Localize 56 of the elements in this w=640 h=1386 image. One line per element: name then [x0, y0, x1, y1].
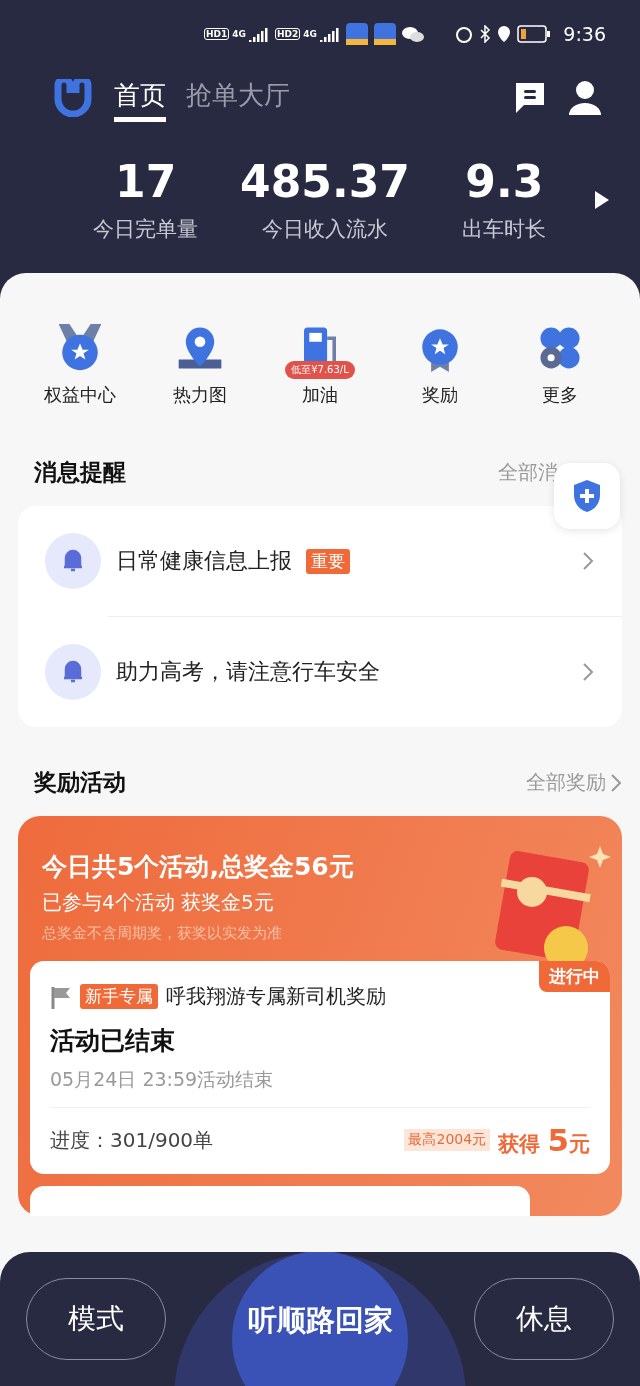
play-icon[interactable]: [594, 189, 610, 210]
shortcut-item[interactable]: 奖励: [380, 317, 500, 407]
shortcut-item[interactable]: 低至¥7.63/L 加油: [260, 317, 380, 407]
signal-icon: [248, 26, 269, 42]
rewards-summary: 已参与4个活动 获奖金5元: [41, 889, 275, 916]
location-icon: [497, 25, 512, 43]
app-icon: [373, 23, 396, 45]
activity-card[interactable]: 进行中 新手专属 呼我翔游专属新司机奖励 活动已结束 05月24日 23:59活动结束 进度：301/900单 最高2004元 获得 5元: [30, 961, 610, 1174]
chevron-right-icon[interactable]: [582, 551, 594, 571]
activity-deadline: 05月24日 23:59活动结束: [50, 1067, 590, 1108]
flag-icon: [50, 984, 72, 1009]
chevron-right-icon[interactable]: [582, 662, 594, 682]
signal-icon: [319, 26, 340, 42]
shield-icon: [572, 479, 602, 513]
status-label: 进行中: [539, 961, 610, 992]
stat-label: 出车时长: [462, 216, 547, 243]
rewards-headline: 今日共5个活动,总奖金56元: [41, 851, 355, 883]
hd-label: HD1: [204, 28, 230, 40]
shortcut-item[interactable]: 权益中心: [20, 317, 140, 407]
price-badge: 低至¥7.63/L: [285, 361, 355, 379]
chevron-right-icon: [610, 772, 622, 793]
message-text[interactable]: 日常健康信息上报: [116, 546, 292, 576]
stat-value: 9.3: [465, 156, 544, 207]
important-tag: 重要: [306, 548, 350, 574]
user-icon[interactable]: [568, 80, 602, 116]
alarm-icon: [455, 25, 474, 43]
bell-icon: [44, 643, 102, 701]
network-label: 4G: [232, 29, 246, 39]
progress-text: 进度：301/900单: [50, 1126, 214, 1154]
nav-tab[interactable]: 抢单大厅: [186, 74, 290, 122]
hd-label: HD2: [274, 28, 301, 40]
message-text[interactable]: 助力高考，请注意行车安全: [116, 657, 380, 687]
app-icon: [345, 23, 368, 45]
section-title: 奖励活动: [34, 768, 126, 797]
status-time: 9:36: [563, 23, 606, 45]
battery-icon: [517, 25, 552, 43]
shortcut-item[interactable]: 更多: [500, 317, 620, 407]
stat-label: 今日收入流水: [262, 216, 388, 243]
max-reward-label: 最高2004元: [404, 1129, 491, 1151]
activity-state: 活动已结束: [50, 1025, 176, 1057]
rewards-note: 总奖金不含周期奖，获奖以实发为准: [41, 924, 283, 943]
network-label: 4G: [303, 29, 317, 39]
earned-amount: 获得 5元: [498, 1122, 590, 1158]
bell-icon: [44, 532, 102, 590]
activity-name: 呼我翔游专属新司机奖励: [166, 983, 386, 1010]
nav-tab[interactable]: 首页: [114, 74, 166, 122]
stat-value: 485.37: [240, 156, 410, 207]
stat-label: 今日完单量: [93, 216, 199, 243]
start-button[interactable]: 听顺路回家: [232, 1252, 408, 1386]
shortcut-item[interactable]: 热力图: [140, 317, 260, 407]
logo-icon: [52, 79, 94, 117]
stat-value: 17: [115, 156, 177, 207]
section-title: 消息提醒: [34, 458, 126, 487]
chat-icon: [401, 25, 424, 43]
bluetooth-icon: [479, 25, 492, 43]
newcomer-tag: 新手专属: [80, 984, 158, 1009]
